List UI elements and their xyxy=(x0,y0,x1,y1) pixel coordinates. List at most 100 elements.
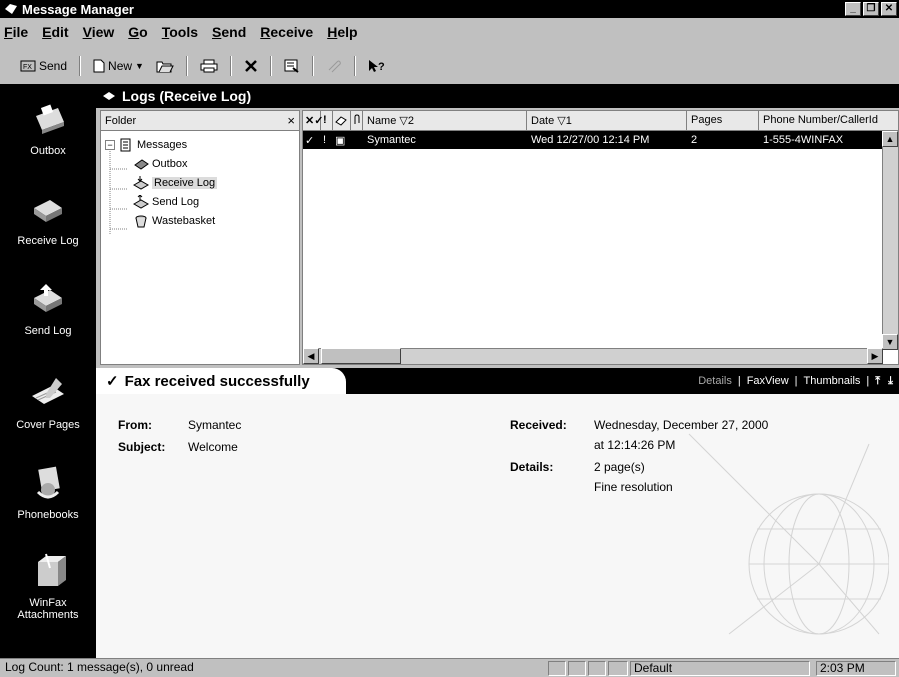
profile-name: Default xyxy=(630,661,810,676)
close-folder-pane-button[interactable]: × xyxy=(287,113,295,128)
status-bar: Log Count: 1 message(s), 0 unread Defaul… xyxy=(0,658,899,677)
properties-icon xyxy=(284,59,299,73)
app-icon xyxy=(5,4,17,14)
preview-view-links: Details | FaxView | Thumbnails | ⤒ ⤓ xyxy=(692,368,895,394)
tree-item-send-log[interactable]: Send Log xyxy=(105,192,299,211)
tree-item-outbox[interactable]: Outbox xyxy=(105,154,299,173)
messages-folder-icon xyxy=(120,138,131,151)
menu-bar: File Edit View Go Tools Send Receive Hel… xyxy=(0,19,899,45)
new-document-icon xyxy=(93,59,105,73)
read-check-icon: ✓ xyxy=(305,134,315,147)
row-phone: 1-555-4WINFAX xyxy=(763,134,844,146)
menu-file[interactable]: File xyxy=(4,24,36,40)
open-folder-button[interactable] xyxy=(152,57,178,75)
delete-x-icon xyxy=(245,60,257,72)
tree-label-selected: Receive Log xyxy=(152,176,218,189)
new-label: New xyxy=(108,59,133,73)
menu-tools[interactable]: Tools xyxy=(162,24,206,40)
move-bottom-icon[interactable]: ⤓ xyxy=(886,375,895,388)
list-header: ✕✓ ! Name ▽2 Date ▽1 Pages Phone Number/… xyxy=(303,111,898,131)
scroll-left-button[interactable]: ◀ xyxy=(303,348,319,364)
message-list: ✕✓ ! Name ▽2 Date ▽1 Pages Phone Number/… xyxy=(302,110,899,365)
phone-column-header[interactable]: Phone Number/CallerId xyxy=(759,111,888,130)
preview-status: Fax received successfully xyxy=(124,372,310,390)
details-label: Details: xyxy=(510,460,554,474)
help-pointer-button[interactable]: ? xyxy=(364,57,390,75)
checkmark-icon: ✓ xyxy=(106,373,119,390)
new-button[interactable]: New ▼ xyxy=(89,57,148,75)
printer-icon xyxy=(200,59,218,73)
wastebasket-icon xyxy=(135,215,147,227)
menu-view[interactable]: View xyxy=(83,24,123,40)
fax-message-icon: ▣ xyxy=(335,134,346,147)
attach-button[interactable] xyxy=(322,57,346,75)
paperclip-icon xyxy=(354,114,360,124)
print-button[interactable] xyxy=(196,57,222,75)
paperclip-icon xyxy=(328,60,341,73)
nav-item-outbox[interactable]: Outbox xyxy=(0,98,96,157)
send-fax-button[interactable]: FX Send xyxy=(16,57,71,75)
table-row[interactable]: ✓ ǃ ▣ Symantec Wed 12/27/00 12:14 PM 2 1… xyxy=(303,131,898,149)
collapse-toggle[interactable]: − xyxy=(105,139,115,150)
subject-label: Subject: xyxy=(118,440,166,454)
dropdown-arrow-icon[interactable]: ▼ xyxy=(135,61,144,71)
horizontal-scrollbar[interactable]: ◀ ▶ xyxy=(303,348,883,364)
log-count: Log Count: 1 message(s), 0 unread xyxy=(5,660,194,674)
tree-item-wastebasket[interactable]: Wastebasket xyxy=(105,211,299,230)
nav-item-send-log[interactable]: Send Log xyxy=(0,278,96,337)
status-indicator xyxy=(588,661,606,676)
preview-status-tab: ✓ Fax received successfully xyxy=(96,368,346,394)
nav-label: Cover Pages xyxy=(16,419,80,431)
attachment-column-header[interactable] xyxy=(351,111,363,130)
menu-go[interactable]: Go xyxy=(128,24,155,40)
name-column-header[interactable]: Name ▽2 xyxy=(363,111,527,130)
received-label: Received: xyxy=(510,418,567,432)
toolbar-separator xyxy=(79,56,82,76)
scroll-down-button[interactable]: ▼ xyxy=(882,334,898,350)
tree-item-receive-log[interactable]: Receive Log xyxy=(105,173,299,192)
vertical-scrollbar[interactable]: ▲ ▼ xyxy=(882,131,898,350)
scroll-thumb[interactable] xyxy=(321,348,401,364)
tree-item-messages[interactable]: − Messages xyxy=(105,135,299,154)
faxview-link[interactable]: FaxView xyxy=(741,375,795,387)
properties-button[interactable] xyxy=(280,57,304,75)
restore-button[interactable]: ❐ xyxy=(863,2,879,16)
nav-label: Receive Log xyxy=(17,235,79,247)
nav-label: Phonebooks xyxy=(17,509,79,521)
nav-item-winfax-attachments[interactable]: WinFax Attachments xyxy=(0,550,96,621)
pages-column-header[interactable]: Pages xyxy=(687,111,759,130)
type-column-header[interactable] xyxy=(333,111,351,130)
priority-column-header[interactable]: ! xyxy=(321,111,333,130)
nav-item-receive-log[interactable]: Receive Log xyxy=(0,188,96,247)
menu-edit[interactable]: Edit xyxy=(42,24,76,40)
menu-help[interactable]: Help xyxy=(327,24,365,40)
folder-header: Folder × xyxy=(101,111,299,131)
row-date: Wed 12/27/00 12:14 PM xyxy=(531,134,650,146)
delete-status-column-header[interactable]: ✕✓ xyxy=(303,111,323,130)
receive-log-icon xyxy=(34,200,62,222)
open-folder-icon xyxy=(156,61,174,73)
scroll-up-button[interactable]: ▲ xyxy=(882,131,898,147)
window-title: Message Manager xyxy=(22,1,134,17)
menu-send[interactable]: Send xyxy=(212,24,254,40)
minimize-button[interactable]: _ xyxy=(845,2,861,16)
status-indicator xyxy=(548,661,566,676)
toolbar-separator xyxy=(353,56,356,76)
thumbnails-link[interactable]: Thumbnails xyxy=(798,375,867,387)
nav-item-cover-pages[interactable]: Cover Pages xyxy=(0,372,96,431)
nav-label-line2: Attachments xyxy=(17,609,79,621)
close-button[interactable]: ✕ xyxy=(881,2,897,16)
folder-tree: − Messages Outbox Receive Log Send Log W… xyxy=(101,131,299,234)
details-resolution: Fine resolution xyxy=(594,480,673,494)
preview-header: ✓ Fax received successfully Details | Fa… xyxy=(96,368,899,394)
move-top-icon[interactable]: ⤒ xyxy=(869,375,886,388)
delete-button[interactable] xyxy=(240,57,262,75)
date-column-header[interactable]: Date ▽1 xyxy=(527,111,687,130)
menu-receive[interactable]: Receive xyxy=(260,24,321,40)
toolbar-separator xyxy=(185,56,188,76)
subject-value: Welcome xyxy=(188,440,238,454)
details-link[interactable]: Details xyxy=(692,375,738,387)
scroll-right-button[interactable]: ▶ xyxy=(867,348,883,364)
tree-label: Wastebasket xyxy=(152,214,216,227)
nav-item-phonebooks[interactable]: Phonebooks xyxy=(0,462,96,521)
